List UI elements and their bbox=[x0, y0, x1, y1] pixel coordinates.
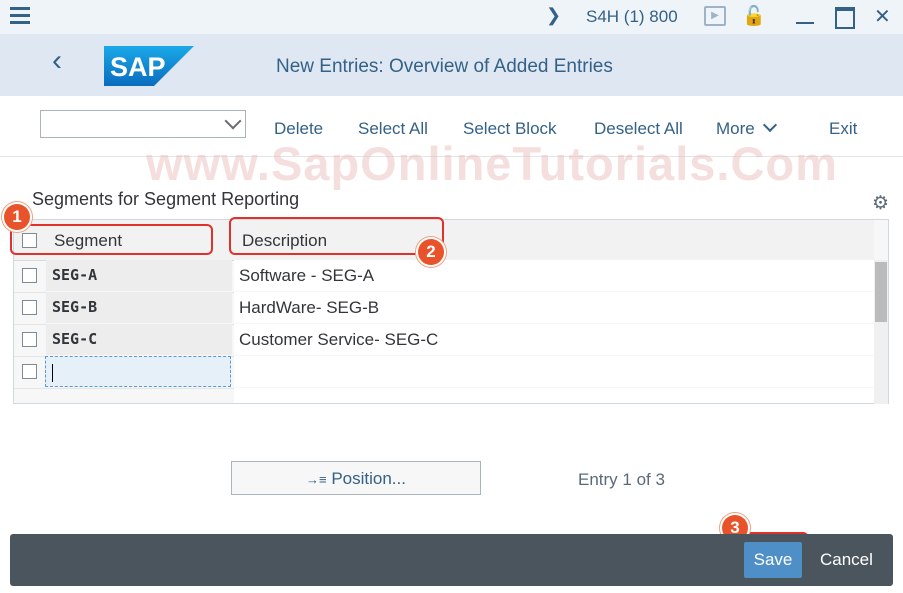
variant-dropdown[interactable] bbox=[40, 110, 246, 138]
position-icon: →≡ bbox=[306, 472, 327, 487]
play-icon[interactable]: ▶ bbox=[704, 6, 726, 26]
page-title: New Entries: Overview of Added Entries bbox=[276, 56, 613, 77]
segment-cell[interactable]: SEG-A bbox=[46, 260, 232, 291]
minimize-icon[interactable] bbox=[796, 22, 814, 24]
annotation-badge-1: 1 bbox=[4, 204, 30, 230]
watermark: www.SapOnlineTutorials.Com bbox=[146, 137, 838, 190]
table-row-empty[interactable] bbox=[14, 356, 874, 389]
table-row[interactable]: SEG-A Software - SEG-A bbox=[14, 260, 874, 293]
row-checkbox[interactable] bbox=[22, 300, 37, 315]
table-filler bbox=[234, 388, 874, 403]
save-button[interactable]: Save bbox=[744, 542, 802, 578]
annotation-box-description bbox=[229, 217, 444, 255]
row-checkbox[interactable] bbox=[22, 332, 37, 347]
entry-counter: Entry 1 of 3 bbox=[578, 470, 665, 489]
row-checkbox[interactable] bbox=[22, 364, 37, 379]
description-input[interactable] bbox=[234, 356, 874, 387]
position-label: Position... bbox=[331, 469, 406, 488]
back-icon[interactable]: ‹ bbox=[52, 44, 62, 78]
close-icon[interactable]: ✕ bbox=[874, 4, 891, 29]
maximize-icon[interactable] bbox=[835, 7, 855, 29]
annotation-badge-2: 2 bbox=[418, 239, 444, 265]
system-id: S4H (1) 800 bbox=[586, 7, 678, 26]
description-cell[interactable]: Customer Service- SEG-C bbox=[234, 324, 874, 355]
gear-icon[interactable]: ⚙ bbox=[872, 192, 889, 215]
segment-cell[interactable]: SEG-C bbox=[46, 324, 232, 355]
svg-text:SAP: SAP bbox=[110, 52, 166, 82]
section-title: Segments for Segment Reporting bbox=[32, 189, 300, 209]
segment-input[interactable] bbox=[45, 356, 231, 387]
row-checkbox[interactable] bbox=[22, 268, 37, 283]
description-cell[interactable]: Software - SEG-A bbox=[234, 260, 874, 291]
cancel-button[interactable]: Cancel bbox=[820, 550, 873, 570]
position-button[interactable]: →≡ Position... bbox=[231, 461, 481, 495]
annotation-box-segment bbox=[10, 224, 213, 255]
table-row[interactable]: SEG-C Customer Service- SEG-C bbox=[14, 324, 874, 357]
menu-icon[interactable] bbox=[10, 7, 30, 27]
chevron-right-icon[interactable]: ❯ bbox=[546, 5, 561, 26]
sap-logo: SAP bbox=[104, 46, 194, 86]
text-cursor bbox=[52, 363, 53, 382]
table-row[interactable]: SEG-B HardWare- SEG-B bbox=[14, 292, 874, 325]
system-bar: ❯ S4H (1) 800 ▶ 🔓 ✕ bbox=[0, 0, 903, 34]
unlock-icon[interactable]: 🔓 bbox=[742, 4, 766, 28]
description-cell[interactable]: HardWare- SEG-B bbox=[234, 292, 874, 323]
segment-cell[interactable]: SEG-B bbox=[46, 292, 232, 323]
title-bar: ‹ SAP New Entries: Overview of Added Ent… bbox=[0, 34, 903, 96]
chevron-down-icon bbox=[224, 112, 242, 130]
scrollbar-thumb[interactable] bbox=[875, 262, 887, 322]
chevron-down-icon bbox=[763, 117, 778, 133]
